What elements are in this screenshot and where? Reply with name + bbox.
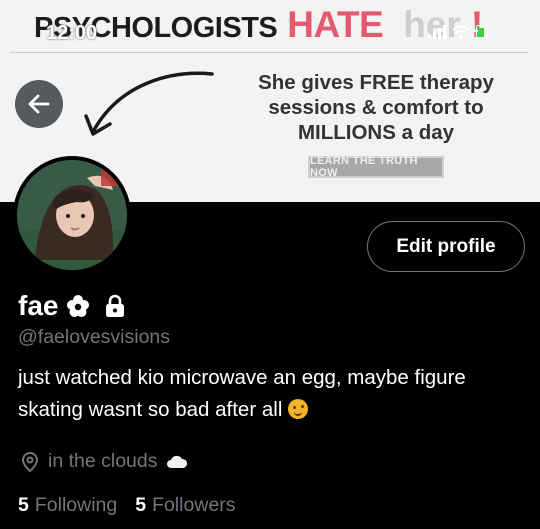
status-time: 12:00	[46, 22, 98, 44]
followers-link[interactable]: 5 Followers	[135, 494, 235, 517]
smirk-emoji-icon	[288, 399, 309, 419]
following-label: Following	[34, 494, 118, 516]
follow-stats: 5 Following 5 Followers	[18, 494, 236, 517]
battery-icon	[476, 25, 488, 39]
status-icons	[428, 25, 488, 39]
curved-arrow-illustration	[84, 71, 214, 136]
lock-icon	[106, 294, 125, 317]
profile-avatar[interactable]	[13, 156, 131, 274]
profile-location: in the clouds	[20, 450, 188, 473]
flower-icon	[67, 295, 90, 317]
following-link[interactable]: 5 Following	[18, 494, 117, 517]
followers-label: Followers	[152, 494, 236, 516]
avatar-photo	[17, 160, 127, 270]
profile-handle: @faelovesvisions	[18, 326, 171, 348]
wifi-icon	[452, 25, 470, 39]
followers-count: 5	[135, 494, 147, 516]
edit-profile-button[interactable]: Edit profile	[367, 221, 525, 272]
learn-truth-button[interactable]: LEARN THE TRUTH NOW	[308, 155, 444, 179]
banner-ad-text: She gives FREE therapy sessions & comfor…	[258, 71, 494, 144]
arrow-left-icon	[28, 94, 50, 114]
location-text: in the clouds	[48, 450, 158, 472]
banner-headline: PSYCHOLOGISTS HATE her !	[34, 4, 483, 50]
location-pin-icon	[21, 451, 39, 472]
display-name: fae	[18, 290, 59, 321]
banner-headline-hate: HATE	[287, 4, 384, 45]
banner-divider	[10, 52, 528, 53]
profile-bio-text: just watched kio microwave an egg, maybe…	[18, 366, 466, 421]
name-row: fae	[18, 290, 126, 322]
signal-icon	[428, 25, 446, 39]
profile-bio: just watched kio microwave an egg, maybe…	[18, 362, 518, 426]
following-count: 5	[18, 494, 29, 516]
cloud-icon	[166, 455, 187, 468]
back-button[interactable]	[15, 80, 63, 128]
